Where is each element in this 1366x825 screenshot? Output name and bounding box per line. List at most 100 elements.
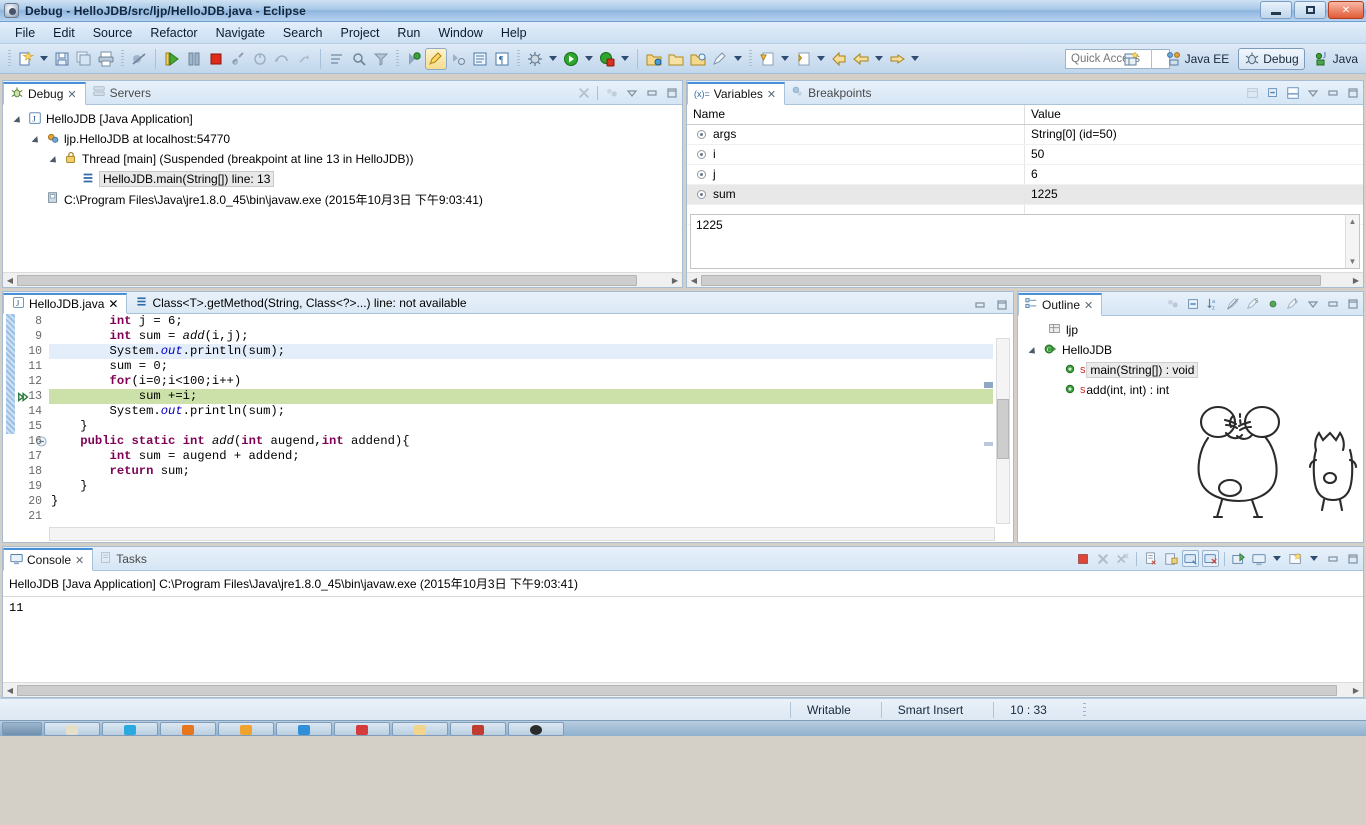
last-edit-location-icon[interactable] bbox=[403, 48, 425, 70]
hscroll-thumb[interactable] bbox=[17, 274, 637, 286]
forward-dropdown-icon[interactable] bbox=[911, 56, 919, 61]
menu-source[interactable]: Source bbox=[84, 24, 142, 42]
close-button[interactable]: ✕ bbox=[1328, 1, 1364, 19]
back-dropdown-icon[interactable] bbox=[875, 56, 883, 61]
tab-outline[interactable]: Outline ✕ bbox=[1018, 293, 1103, 316]
menu-refactor[interactable]: Refactor bbox=[141, 24, 206, 42]
table-row[interactable]: i 50 bbox=[687, 145, 1363, 165]
taskbar-item[interactable] bbox=[334, 721, 390, 736]
menu-file[interactable]: File bbox=[6, 24, 44, 42]
variable-value[interactable]: 1225 bbox=[1025, 185, 1363, 204]
debug-dropdown-icon[interactable] bbox=[549, 56, 557, 61]
detail-pane-vscrollbar[interactable]: ▲ ▼ bbox=[1345, 215, 1359, 268]
open-console-dropdown-icon[interactable] bbox=[1310, 556, 1318, 561]
show-whitespace-icon[interactable] bbox=[469, 48, 491, 70]
collapse-all-icon[interactable] bbox=[1264, 84, 1281, 101]
hide-static-icon[interactable]: S bbox=[1244, 295, 1261, 312]
open-type-icon[interactable] bbox=[326, 48, 348, 70]
save-icon[interactable] bbox=[51, 48, 73, 70]
variable-value[interactable]: 6 bbox=[1025, 165, 1363, 184]
overview-ruler-mark[interactable] bbox=[984, 382, 993, 388]
run-dropdown-icon[interactable] bbox=[585, 56, 593, 61]
step-return-icon[interactable] bbox=[271, 48, 293, 70]
new-package-icon[interactable] bbox=[665, 48, 687, 70]
debug-run-icon[interactable] bbox=[524, 48, 546, 70]
console-select-dropdown-icon[interactable] bbox=[1273, 556, 1281, 561]
perspective-java-ee[interactable]: Java EE bbox=[1160, 48, 1236, 70]
collapse-all-icon[interactable] bbox=[1184, 295, 1201, 312]
toggle-mark-occurrences-icon[interactable] bbox=[425, 47, 447, 70]
save-all-icon[interactable] bbox=[73, 48, 95, 70]
taskbar-item[interactable] bbox=[508, 721, 564, 736]
display-selected-console-icon[interactable] bbox=[1250, 550, 1267, 567]
minimize-view-icon[interactable] bbox=[643, 84, 660, 101]
tab-servers[interactable]: Servers bbox=[86, 81, 160, 104]
close-icon[interactable]: ✕ bbox=[767, 88, 776, 101]
status-resize-grip[interactable] bbox=[1082, 702, 1086, 717]
twisty-expanded-icon[interactable] bbox=[51, 154, 62, 165]
code-line[interactable]: return sum; bbox=[49, 464, 993, 479]
twisty-expanded-icon[interactable] bbox=[1030, 345, 1041, 356]
view-menu-icon[interactable] bbox=[623, 84, 640, 101]
code-line[interactable]: } bbox=[49, 479, 993, 494]
code-editor[interactable]: 8 9 10 11 12 13 14 15 16 17 18 19 20 21 … bbox=[3, 314, 1013, 542]
minimize-view-icon[interactable] bbox=[1324, 295, 1341, 312]
code-line[interactable]: } bbox=[49, 494, 993, 509]
twisty-expanded-icon[interactable] bbox=[33, 134, 44, 145]
tab-getmethod-frame[interactable]: Class<T>.getMethod(String, Class<?>...) … bbox=[127, 292, 474, 313]
toolbar-grip-3[interactable] bbox=[396, 49, 399, 68]
overview-ruler-mark[interactable] bbox=[984, 442, 993, 446]
view-menu-icon[interactable] bbox=[1304, 84, 1321, 101]
toolbar-grip-4[interactable] bbox=[517, 49, 520, 68]
scroll-down-icon[interactable]: ▼ bbox=[1349, 257, 1357, 266]
run-icon[interactable] bbox=[560, 48, 582, 70]
taskbar-item[interactable] bbox=[44, 721, 100, 736]
code-text[interactable]: int j = 6; int sum = add(i,j); System.ou… bbox=[49, 314, 993, 524]
menu-help[interactable]: Help bbox=[492, 24, 536, 42]
scroll-left-icon[interactable]: ◀ bbox=[3, 274, 17, 287]
debug-tree-hscrollbar[interactable]: ◀ ▶ bbox=[3, 272, 682, 287]
maximize-view-icon[interactable] bbox=[1344, 84, 1361, 101]
remove-launch-icon[interactable] bbox=[1094, 550, 1111, 567]
hide-fields-icon[interactable] bbox=[1224, 295, 1241, 312]
outline-item[interactable]: S add(int, int) : int bbox=[1018, 380, 1363, 400]
console-output-area[interactable]: HelloJDB [Java Application] C:\Program F… bbox=[3, 571, 1363, 681]
tab-variables[interactable]: (x)= Variables ✕ bbox=[687, 82, 786, 105]
skip-breakpoints-icon[interactable] bbox=[128, 48, 150, 70]
column-header-value[interactable]: Value bbox=[1025, 105, 1363, 124]
outline-item[interactable]: ljp bbox=[1018, 320, 1363, 340]
taskbar-item[interactable] bbox=[276, 721, 332, 736]
minimize-view-icon[interactable] bbox=[1324, 550, 1341, 567]
debug-tree-row[interactable]: HelloJDB.main(String[]) line: 13 bbox=[3, 169, 682, 189]
disconnect-icon[interactable] bbox=[227, 48, 249, 70]
tab-breakpoints[interactable]: Breakpoints bbox=[785, 81, 880, 104]
menu-project[interactable]: Project bbox=[332, 24, 389, 42]
table-row[interactable]: j 6 bbox=[687, 165, 1363, 185]
code-line[interactable]: int j = 6; bbox=[49, 314, 993, 329]
column-header-name[interactable]: Name bbox=[687, 105, 1025, 124]
taskbar-item[interactable] bbox=[218, 721, 274, 736]
menu-edit[interactable]: Edit bbox=[44, 24, 84, 42]
scroll-right-icon[interactable]: ▶ bbox=[668, 274, 682, 287]
open-console-icon[interactable] bbox=[1287, 550, 1304, 567]
code-line[interactable]: } bbox=[49, 419, 993, 434]
taskbar-item[interactable] bbox=[102, 721, 158, 736]
debug-tree-row[interactable]: C:\Program Files\Java\jre1.8.0_45\bin\ja… bbox=[3, 189, 682, 209]
toolbar-grip[interactable] bbox=[8, 49, 11, 68]
show-console-on-error-icon[interactable] bbox=[1202, 550, 1219, 567]
perspective-java[interactable]: J Java bbox=[1308, 48, 1364, 70]
code-line[interactable]: System.out.println(sum); bbox=[49, 404, 993, 419]
code-line[interactable]: sum = 0; bbox=[49, 359, 993, 374]
code-line-current[interactable]: sum +=i; bbox=[49, 389, 993, 404]
detail-pane-layout-icon[interactable] bbox=[1284, 84, 1301, 101]
maximize-view-icon[interactable] bbox=[663, 84, 680, 101]
debug-tree-row[interactable]: J HelloJDB [Java Application] bbox=[3, 109, 682, 129]
minimize-editor-icon[interactable] bbox=[971, 296, 988, 313]
view-menu-icon[interactable] bbox=[1304, 295, 1321, 312]
hscroll-thumb[interactable] bbox=[701, 274, 1321, 286]
debug-view-menu-icon[interactable] bbox=[603, 84, 620, 101]
run-external-tools-icon[interactable] bbox=[596, 48, 618, 70]
menu-run[interactable]: Run bbox=[388, 24, 429, 42]
code-line[interactable]: int sum = augend + addend; bbox=[49, 449, 993, 464]
new-type-dropdown-icon[interactable] bbox=[734, 56, 742, 61]
